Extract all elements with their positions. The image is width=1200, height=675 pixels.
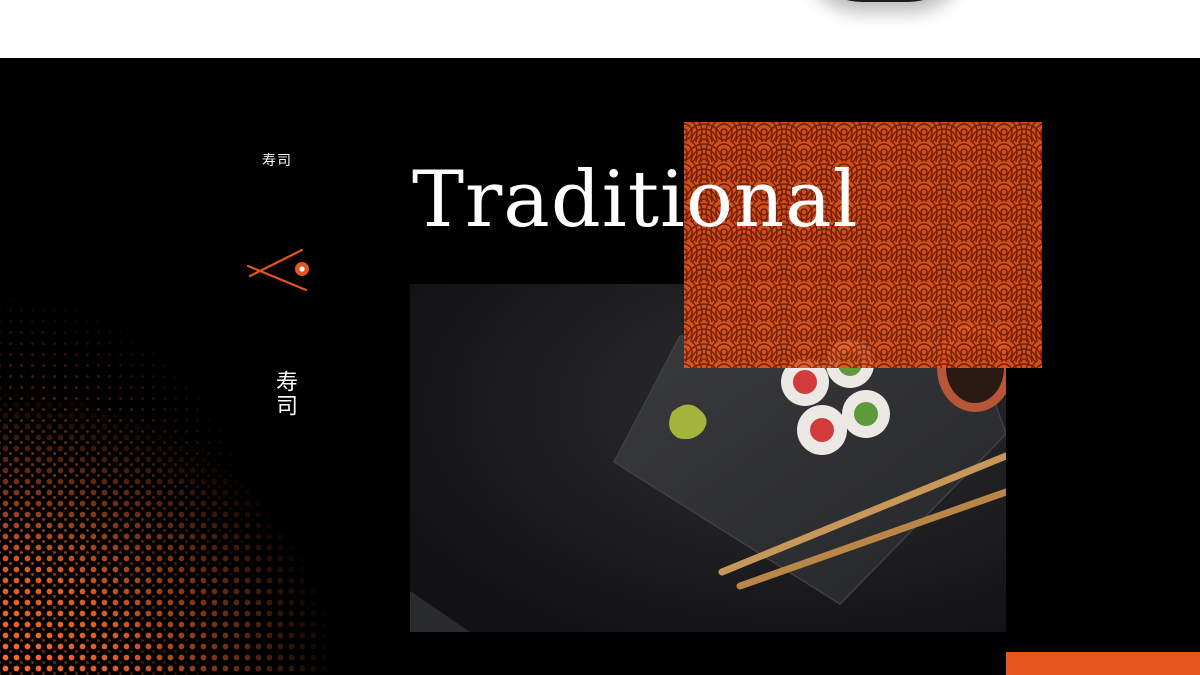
bowl-image-edge <box>800 0 970 2</box>
brand-kanji-vertical: 寿司 <box>272 370 297 418</box>
brand-kanji-small: 寿司 <box>262 153 292 169</box>
hero-slide: 寿司 寿司 Traditional <box>0 58 1200 675</box>
slide-title: Traditional <box>412 155 859 245</box>
chopsticks-logo-icon <box>246 248 309 292</box>
top-white-strip <box>0 0 1200 58</box>
accent-bar <box>1006 652 1200 675</box>
